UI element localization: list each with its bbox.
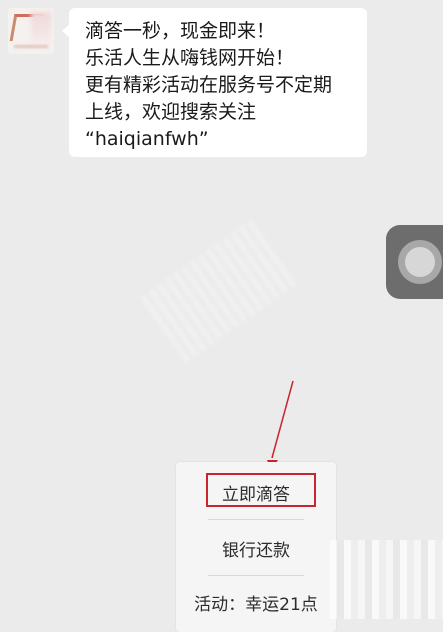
- menu-item-bank-repayment[interactable]: 银行还款: [176, 532, 336, 570]
- mosaic-overlay: [330, 540, 443, 619]
- menu-item-lucky-21[interactable]: 活动：幸运21点: [176, 586, 336, 624]
- menu-divider: [208, 575, 304, 576]
- highlight-annotation-box: [206, 473, 316, 507]
- menu-divider: [208, 519, 304, 520]
